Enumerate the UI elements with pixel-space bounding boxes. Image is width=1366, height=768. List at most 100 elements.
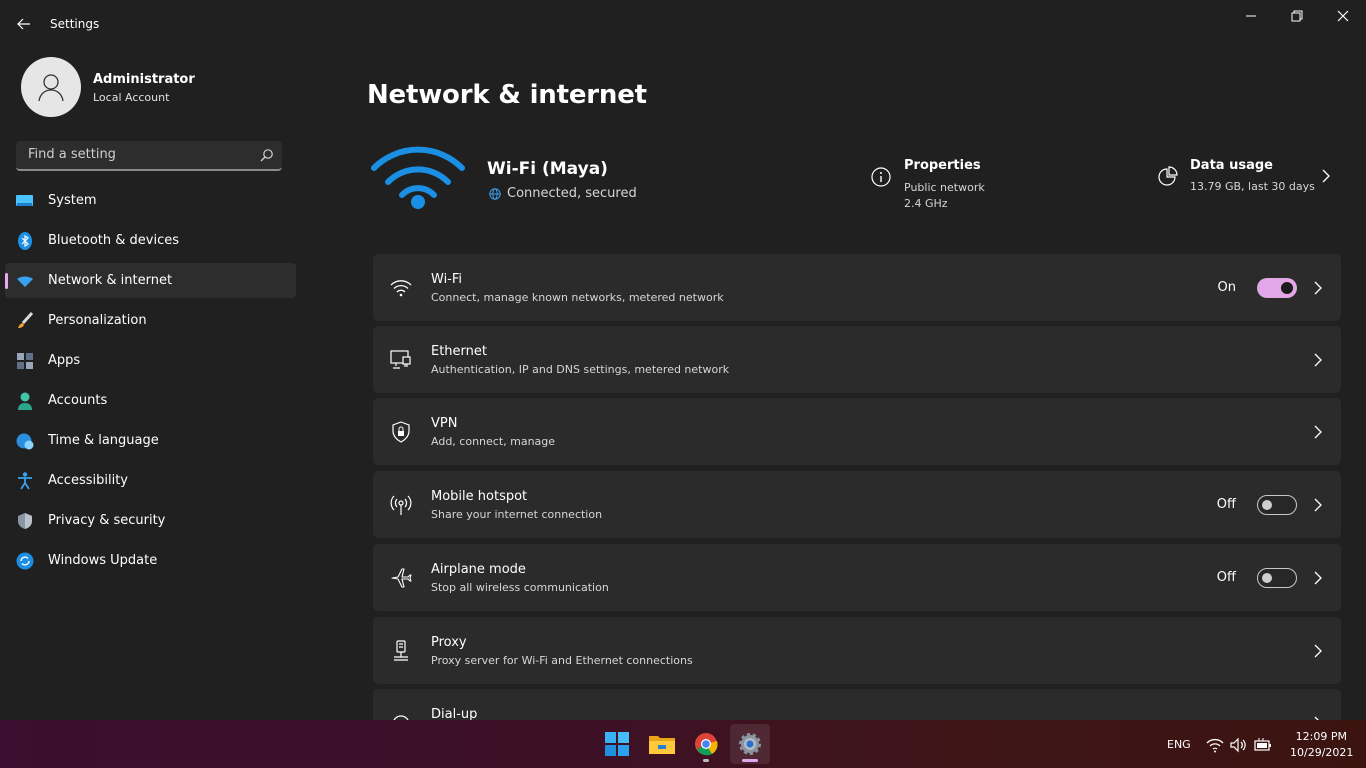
card-vpn[interactable]: VPN Add, connect, manage [373, 398, 1341, 465]
sidebar-item-label: Privacy & security [48, 513, 166, 528]
search-input[interactable] [26, 146, 250, 163]
search-box[interactable] [16, 141, 282, 171]
card-proxy[interactable]: Proxy Proxy server for Wi-Fi and Etherne… [373, 617, 1341, 684]
toggle-state-label: Off [1216, 497, 1236, 512]
battery-icon[interactable] [1254, 736, 1272, 754]
sidebar-item-label: Accessibility [48, 473, 128, 488]
ethernet-icon [389, 348, 413, 372]
person-icon [38, 74, 64, 102]
card-title: Airplane mode [431, 562, 526, 577]
page-title: Network & internet [367, 80, 647, 110]
person-icon [16, 392, 34, 410]
card-subtitle: Authentication, IP and DNS settings, met… [431, 363, 730, 376]
folder-icon [649, 736, 675, 754]
clock-time[interactable]: 12:09 PM [1290, 730, 1347, 743]
running-indicator [703, 759, 709, 762]
clock-date[interactable]: 10/29/2021 [1290, 746, 1353, 759]
globe-icon [489, 187, 501, 200]
card-subtitle: Share your internet connection [431, 508, 603, 521]
toggle-knob [1281, 282, 1293, 294]
chevron-right-icon [1314, 644, 1322, 658]
properties-link[interactable]: Properties [904, 158, 981, 173]
connection-status: Connected, secured [489, 186, 637, 201]
file-explorer-button[interactable] [642, 724, 682, 764]
pie-chart-icon[interactable] [1156, 166, 1178, 188]
chrome-button[interactable] [686, 724, 726, 764]
toggle-knob [1262, 500, 1272, 510]
airplane-mode-toggle[interactable] [1257, 568, 1297, 588]
sidebar-item-label: Time & language [48, 433, 159, 448]
proxy-icon [389, 639, 413, 663]
taskbar: ENG 12:09 PM 10/29/2021 [0, 720, 1366, 768]
restore-icon [1291, 10, 1303, 22]
card-airplane-mode[interactable]: Airplane mode Stop all wireless communic… [373, 544, 1341, 611]
active-indicator [742, 759, 758, 762]
chrome-icon [695, 733, 718, 756]
settings-taskbar-button[interactable] [730, 724, 770, 764]
card-title: VPN [431, 416, 458, 431]
bluetooth-icon [16, 232, 34, 250]
wifi-signal-icon [371, 146, 465, 209]
close-icon [1337, 10, 1349, 22]
shield-icon [16, 512, 34, 530]
card-mobile-hotspot[interactable]: Mobile hotspot Share your internet conne… [373, 471, 1341, 538]
sidebar-item-personalization[interactable]: Personalization [5, 303, 296, 338]
brush-icon [16, 312, 34, 330]
globe-clock-icon [16, 432, 34, 450]
card-wifi[interactable]: Wi-Fi Connect, manage known networks, me… [373, 254, 1341, 321]
sidebar-item-label: Apps [48, 353, 81, 368]
avatar[interactable] [21, 57, 81, 117]
data-usage-link[interactable]: Data usage [1190, 158, 1273, 173]
chevron-right-icon [1314, 498, 1322, 512]
sidebar-item-label: Windows Update [48, 553, 158, 568]
properties-details: Public network 2.4 GHz [904, 180, 985, 212]
language-indicator[interactable]: ENG [1167, 738, 1191, 751]
sidebar-item-privacy[interactable]: Privacy & security [5, 503, 296, 538]
sidebar-item-label: System [48, 193, 97, 208]
title-bar: Settings [0, 0, 1366, 48]
chevron-right-icon[interactable] [1318, 166, 1334, 186]
sidebar-item-accessibility[interactable]: Accessibility [5, 463, 296, 498]
accessibility-icon [16, 472, 34, 490]
gear-icon [739, 733, 761, 755]
back-arrow-icon [17, 18, 30, 30]
back-button[interactable] [10, 10, 38, 38]
volume-icon[interactable] [1229, 736, 1247, 754]
info-icon[interactable] [870, 166, 892, 188]
connection-name: Wi-Fi (Maya) [487, 159, 608, 179]
sidebar-item-system[interactable]: System [5, 183, 296, 218]
card-title: Mobile hotspot [431, 489, 528, 504]
start-button[interactable] [597, 724, 637, 764]
card-ethernet[interactable]: Ethernet Authentication, IP and DNS sett… [373, 326, 1341, 393]
sidebar-item-time-language[interactable]: Time & language [5, 423, 296, 458]
sidebar-item-windows-update[interactable]: Windows Update [5, 543, 296, 578]
sidebar-item-apps[interactable]: Apps [5, 343, 296, 378]
airplane-icon [389, 566, 413, 590]
connection-status-text: Connected, secured [507, 186, 637, 201]
windows-logo-icon [605, 732, 629, 756]
sidebar-item-bluetooth[interactable]: Bluetooth & devices [5, 223, 296, 258]
network-band: 2.4 GHz [904, 197, 948, 210]
hotspot-icon [389, 493, 413, 517]
chevron-right-icon [1314, 281, 1322, 295]
sidebar-item-accounts[interactable]: Accounts [5, 383, 296, 418]
card-title: Ethernet [431, 344, 487, 359]
sidebar-nav: System Bluetooth & devices Network & int… [5, 183, 296, 583]
close-button[interactable] [1320, 0, 1366, 32]
wifi-icon [16, 272, 34, 290]
toggle-knob [1262, 573, 1272, 583]
toggle-state-label: Off [1216, 570, 1236, 585]
wifi-icon[interactable] [1206, 736, 1224, 754]
chevron-right-icon [1314, 353, 1322, 367]
toggle-state-label: On [1217, 280, 1236, 295]
mobile-hotspot-toggle[interactable] [1257, 495, 1297, 515]
restore-button[interactable] [1274, 0, 1320, 32]
sidebar-item-label: Network & internet [48, 273, 173, 288]
minimize-icon [1246, 15, 1256, 17]
minimize-button[interactable] [1228, 0, 1274, 32]
wifi-toggle[interactable] [1257, 278, 1297, 298]
sidebar-item-label: Accounts [48, 393, 108, 408]
chevron-right-icon [1314, 425, 1322, 439]
card-title: Wi-Fi [431, 272, 463, 287]
sidebar-item-network[interactable]: Network & internet [5, 263, 296, 298]
